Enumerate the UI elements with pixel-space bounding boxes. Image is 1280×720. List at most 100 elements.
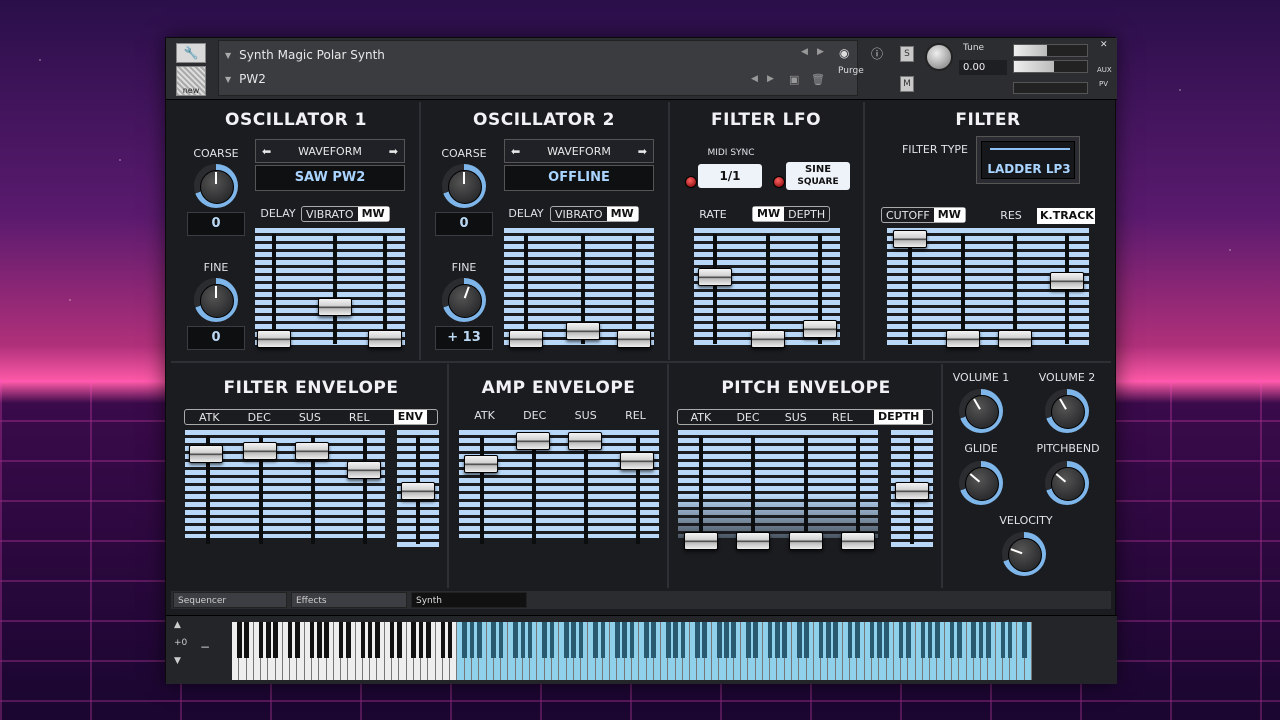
black-key[interactable] bbox=[818, 622, 824, 658]
osc2-vibrato-handle[interactable] bbox=[566, 322, 600, 340]
black-key[interactable] bbox=[622, 622, 628, 658]
solo-button[interactable]: S bbox=[900, 46, 914, 62]
black-key[interactable] bbox=[847, 622, 853, 658]
black-key[interactable] bbox=[309, 622, 315, 658]
new-button[interactable]: new bbox=[176, 66, 206, 96]
black-key[interactable] bbox=[1022, 622, 1028, 658]
black-key[interactable] bbox=[927, 622, 933, 658]
camera-icon[interactable]: ◉ bbox=[839, 46, 849, 60]
tab-sequencer[interactable]: Sequencer bbox=[173, 592, 287, 608]
osc2-delay-handle[interactable] bbox=[509, 330, 543, 348]
black-key[interactable] bbox=[236, 622, 242, 658]
tune-value[interactable]: 0.00 bbox=[959, 60, 1007, 75]
black-key[interactable] bbox=[855, 622, 860, 658]
filter-ktrack-label[interactable]: K.TRACK bbox=[1037, 208, 1095, 224]
lfo-mw-handle[interactable] bbox=[751, 330, 785, 348]
black-key[interactable] bbox=[796, 622, 802, 658]
black-key[interactable] bbox=[716, 622, 722, 658]
tab-synth[interactable]: Synth bbox=[411, 592, 527, 608]
pitch-env-atk-handle[interactable] bbox=[684, 532, 718, 550]
octave-down-icon[interactable]: ▼ bbox=[174, 656, 181, 666]
filter-type-selector[interactable]: LADDER LP3 bbox=[976, 136, 1080, 184]
pitch-env-sus-handle[interactable] bbox=[789, 532, 823, 550]
black-key[interactable] bbox=[513, 622, 518, 658]
octave-up-icon[interactable]: ▲ bbox=[174, 620, 181, 630]
black-key[interactable] bbox=[986, 622, 991, 658]
black-key[interactable] bbox=[244, 622, 249, 658]
black-key[interactable] bbox=[469, 622, 475, 658]
black-key[interactable] bbox=[600, 622, 606, 658]
black-key[interactable] bbox=[978, 622, 984, 658]
black-key[interactable] bbox=[1000, 622, 1006, 658]
wrench-icon[interactable]: 🔧 bbox=[176, 43, 206, 63]
arrow-right-icon[interactable]: ➡ bbox=[638, 145, 647, 158]
amp-env-atk-handle[interactable] bbox=[464, 455, 498, 473]
depth-label[interactable]: DEPTH bbox=[873, 410, 924, 424]
black-key[interactable] bbox=[418, 622, 424, 658]
osc1-vibrato-toggle[interactable]: VIBRATO MW bbox=[301, 206, 390, 222]
velocity-knob[interactable] bbox=[1002, 532, 1046, 576]
black-key[interactable] bbox=[906, 622, 911, 658]
black-key[interactable] bbox=[411, 622, 417, 658]
black-key[interactable] bbox=[935, 622, 940, 658]
tab-effects[interactable]: Effects bbox=[291, 592, 407, 608]
black-key[interactable] bbox=[266, 622, 271, 658]
osc1-coarse-knob[interactable] bbox=[194, 164, 238, 208]
black-key[interactable] bbox=[826, 622, 831, 658]
black-key[interactable] bbox=[695, 622, 700, 658]
env-label[interactable]: ENV bbox=[393, 410, 427, 424]
next-preset-icon[interactable]: ▶ bbox=[767, 74, 774, 84]
black-key[interactable] bbox=[876, 622, 882, 658]
black-key[interactable] bbox=[440, 622, 446, 658]
black-key[interactable] bbox=[898, 622, 904, 658]
black-key[interactable] bbox=[426, 622, 431, 658]
black-key[interactable] bbox=[571, 622, 577, 658]
black-key[interactable] bbox=[287, 622, 293, 658]
osc2-mw-handle[interactable] bbox=[617, 330, 651, 348]
black-key[interactable] bbox=[775, 622, 780, 658]
pitch-env-rel-handle[interactable] bbox=[841, 532, 875, 550]
black-key[interactable] bbox=[316, 622, 322, 658]
osc2-waveform-display[interactable]: OFFLINE bbox=[504, 165, 654, 191]
black-key[interactable] bbox=[833, 622, 838, 658]
filter-env-amount-handle[interactable] bbox=[401, 482, 435, 500]
volume1-knob[interactable] bbox=[959, 389, 1003, 433]
black-key[interactable] bbox=[564, 622, 569, 658]
osc1-fine-knob[interactable] bbox=[194, 278, 238, 322]
black-key[interactable] bbox=[258, 622, 264, 658]
filter-cutoff-toggle[interactable]: CUTOFF MW bbox=[881, 207, 966, 223]
black-key[interactable] bbox=[680, 622, 686, 658]
prev-preset-icon[interactable]: ◀ bbox=[751, 74, 758, 84]
arrow-left-icon[interactable]: ⬅ bbox=[262, 145, 271, 158]
black-key[interactable] bbox=[295, 622, 300, 658]
modwheel-icon[interactable]: − bbox=[200, 640, 210, 654]
lfo-rate-handle[interactable] bbox=[698, 268, 732, 286]
osc2-coarse-value[interactable]: 0 bbox=[435, 212, 493, 236]
black-key[interactable] bbox=[615, 622, 620, 658]
osc1-mw-handle[interactable] bbox=[368, 330, 402, 348]
dropdown-arrow-icon[interactable]: ▼ bbox=[225, 75, 231, 84]
filter-env-atk-handle[interactable] bbox=[189, 445, 223, 463]
black-key[interactable] bbox=[491, 622, 497, 658]
black-key[interactable] bbox=[746, 622, 751, 658]
black-key[interactable] bbox=[644, 622, 649, 658]
black-key[interactable] bbox=[884, 622, 889, 658]
save-icon[interactable]: ▣ bbox=[789, 73, 799, 86]
black-key[interactable] bbox=[629, 622, 635, 658]
black-key[interactable] bbox=[498, 622, 504, 658]
black-key[interactable] bbox=[542, 622, 548, 658]
aux-button[interactable]: AUX bbox=[1097, 66, 1112, 74]
trash-icon[interactable]: 🗑 bbox=[811, 73, 825, 86]
osc1-waveform-display[interactable]: SAW PW2 bbox=[255, 165, 405, 191]
lfo-sync-led[interactable] bbox=[685, 176, 697, 188]
osc2-fine-knob[interactable] bbox=[442, 278, 486, 322]
pitch-env-depth-handle[interactable] bbox=[895, 482, 929, 500]
tune-knob[interactable] bbox=[925, 43, 953, 71]
filter-env-rel-handle[interactable] bbox=[347, 461, 381, 479]
black-key[interactable] bbox=[702, 622, 708, 658]
black-key[interactable] bbox=[578, 622, 584, 658]
purge-dropdown[interactable]: Purge bbox=[838, 66, 864, 76]
prev-instrument-icon[interactable]: ◀ bbox=[801, 47, 808, 57]
black-key[interactable] bbox=[956, 622, 962, 658]
black-key[interactable] bbox=[593, 622, 598, 658]
